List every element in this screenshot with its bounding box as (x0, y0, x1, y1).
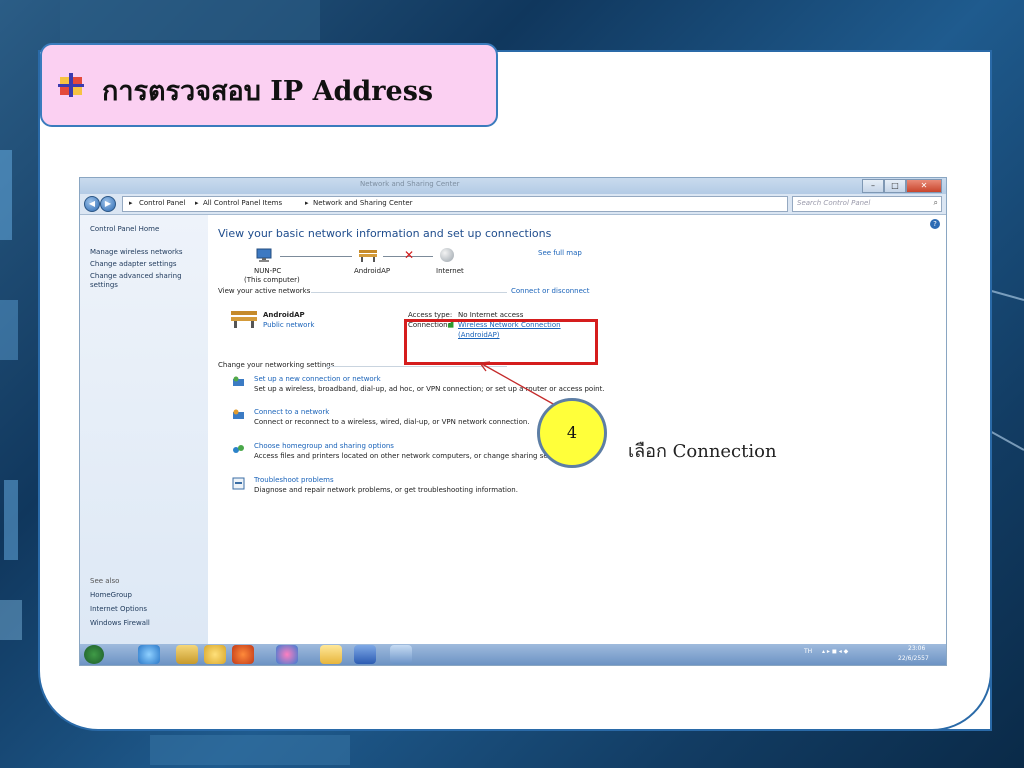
pointer-arrow (478, 361, 556, 406)
step-number-callout: 4 (537, 398, 607, 468)
step-caption: เลือก Connection (628, 441, 777, 462)
